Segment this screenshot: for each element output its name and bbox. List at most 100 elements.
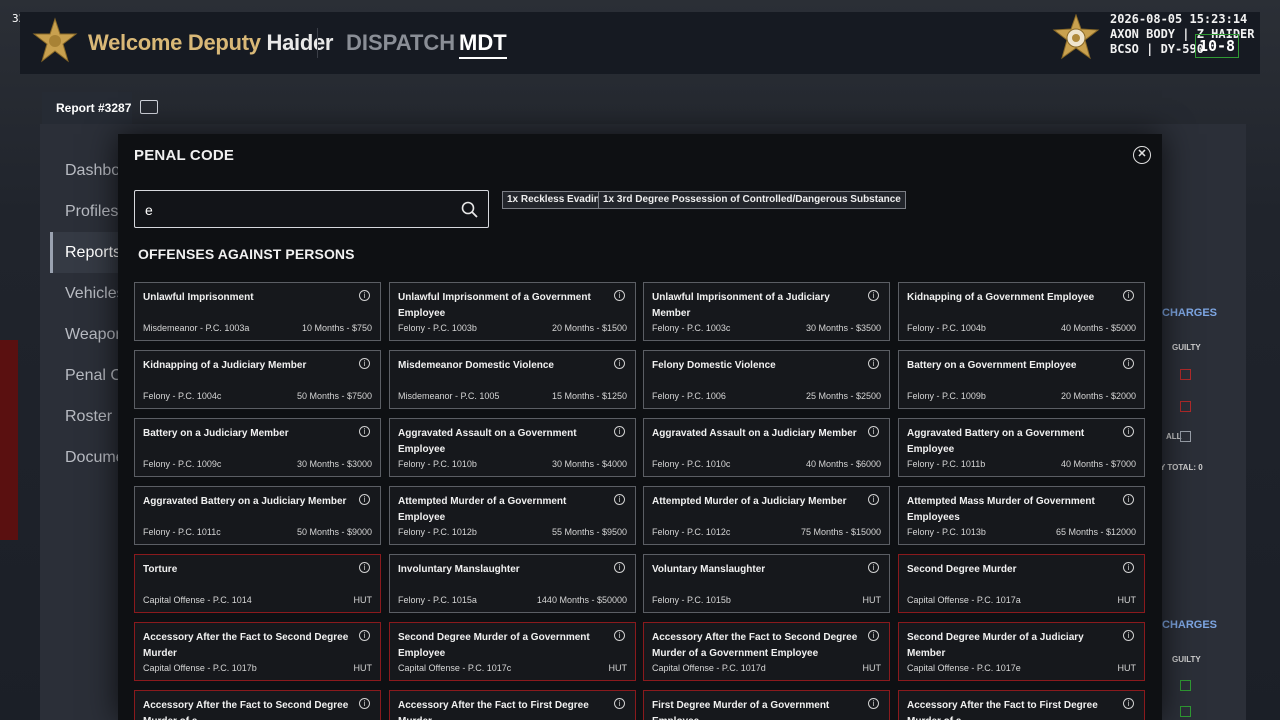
offense-title: Accessory After the Fact to First Degree… xyxy=(398,700,589,720)
offense-class: Felony - P.C. 1012b xyxy=(398,527,477,537)
offense-title: First Degree Murder of a Government Empl… xyxy=(652,700,830,720)
offense-penalty: 50 Months - $9000 xyxy=(296,527,372,537)
guilty-checkbox[interactable] xyxy=(1180,401,1191,412)
offense-card[interactable]: Battery on a Government Employee i Felony … xyxy=(898,350,1145,409)
offense-card[interactable]: Accessory After the Fact to Second Degre… xyxy=(134,690,381,720)
offense-card[interactable]: Accessory After the Fact to First Degree… xyxy=(898,690,1145,720)
search-field[interactable] xyxy=(134,190,489,228)
offense-card[interactable]: Accessory After the Fact to First Degree… xyxy=(389,690,636,720)
offense-card[interactable]: Torture i Capital Offense - P.C. 1014 HUT xyxy=(134,554,381,613)
offense-card[interactable]: Accessory After the Fact to Second Degre… xyxy=(643,622,890,681)
info-icon[interactable]: i xyxy=(1123,630,1134,641)
offense-class: Felony - P.C. 1015a xyxy=(398,595,477,605)
offense-class: Felony - P.C. 1011b xyxy=(907,459,986,469)
nav-dispatch[interactable]: DISPATCH xyxy=(346,30,455,56)
info-icon[interactable]: i xyxy=(359,494,370,505)
offense-card[interactable]: Felony Domestic Violence i Felony - P.C. 1… xyxy=(643,350,890,409)
modal-title: PENAL CODE xyxy=(134,147,235,164)
selected-charge-chip[interactable]: 1x Reckless Evading xyxy=(502,191,611,209)
offense-title: Accessory After the Fact to Second Degre… xyxy=(143,632,349,659)
info-icon[interactable]: i xyxy=(614,290,625,301)
all-checkbox[interactable] xyxy=(1180,431,1191,442)
info-icon[interactable]: i xyxy=(868,358,879,369)
offense-card[interactable]: First Degree Murder of a Government Empl… xyxy=(643,690,890,720)
info-icon[interactable]: i xyxy=(1123,358,1134,369)
info-icon[interactable]: i xyxy=(614,630,625,641)
offense-card[interactable]: Unlawful Imprisonment of a Government Em… xyxy=(389,282,636,341)
info-icon[interactable]: i xyxy=(614,358,625,369)
offense-title: Unlawful Imprisonment xyxy=(143,292,254,303)
info-icon[interactable]: i xyxy=(868,698,879,709)
offense-card[interactable]: Second Degree Murder i Capital Offense - P… xyxy=(898,554,1145,613)
info-icon[interactable]: i xyxy=(1123,290,1134,301)
search-icon[interactable] xyxy=(461,201,478,218)
offense-penalty: 20 Months - $2000 xyxy=(1060,391,1136,401)
info-icon[interactable]: i xyxy=(1123,494,1134,505)
offense-card[interactable]: Second Degree Murder of a Judiciary Memb… xyxy=(898,622,1145,681)
charges-heading: CHARGES xyxy=(1162,619,1218,631)
offense-card[interactable]: Aggravated Assault on a Government Emplo… xyxy=(389,418,636,477)
offense-class: Felony - P.C. 1003c xyxy=(652,323,731,333)
info-icon[interactable]: i xyxy=(614,562,625,573)
nav-mdt[interactable]: MDT xyxy=(459,30,507,59)
info-icon[interactable]: i xyxy=(868,562,879,573)
offense-card[interactable]: Voluntary Manslaughter i Felony - P.C. 101… xyxy=(643,554,890,613)
charges-heading: CHARGES xyxy=(1162,307,1218,319)
offense-penalty: 30 Months - $3000 xyxy=(296,459,372,469)
info-icon[interactable]: i xyxy=(868,426,879,437)
guilty-checkbox[interactable] xyxy=(1180,369,1191,380)
axon-datetime: 2026-08-05 15:23:14 xyxy=(1110,12,1248,26)
info-icon[interactable]: i xyxy=(1123,698,1134,709)
offense-card[interactable]: Kidnapping of a Judiciary Member i Felony … xyxy=(134,350,381,409)
offense-penalty: 65 Months - $12000 xyxy=(1055,527,1136,537)
guilty-checkbox[interactable] xyxy=(1180,706,1191,717)
offense-card[interactable]: Battery on a Judiciary Member i Felony - P… xyxy=(134,418,381,477)
offense-card[interactable]: Aggravated Battery on a Government Emplo… xyxy=(898,418,1145,477)
offense-card[interactable]: Attempted Murder of a Government Employe… xyxy=(389,486,636,545)
selected-charge-chip[interactable]: 1x 3rd Degree Possession of Controlled/D… xyxy=(598,191,906,209)
info-icon[interactable]: i xyxy=(868,494,879,505)
info-icon[interactable]: i xyxy=(359,290,370,301)
offense-penalty: 10 Months - $750 xyxy=(301,323,372,333)
info-icon[interactable]: i xyxy=(614,698,625,709)
search-input[interactable] xyxy=(145,200,445,220)
info-icon[interactable]: i xyxy=(359,562,370,573)
info-icon[interactable]: i xyxy=(359,698,370,709)
offense-card[interactable]: Involuntary Manslaughter i Felony - P.C. 1… xyxy=(389,554,636,613)
offense-card[interactable]: Attempted Murder of a Judiciary Member i F… xyxy=(643,486,890,545)
offense-card[interactable]: Unlawful Imprisonment i Misdemeanor - P.C.… xyxy=(134,282,381,341)
game-background-object xyxy=(0,340,18,540)
offense-class: Felony - P.C. 1013b xyxy=(907,527,986,537)
monitor-icon[interactable] xyxy=(140,100,158,114)
info-icon[interactable]: i xyxy=(359,358,370,369)
offense-card[interactable]: Misdemeanor Domestic Violence i Misdemeano… xyxy=(389,350,636,409)
info-icon[interactable]: i xyxy=(359,630,370,641)
offense-penalty: HUT xyxy=(608,663,628,673)
offense-penalty: 25 Months - $2500 xyxy=(805,391,881,401)
offense-penalty: 30 Months - $3500 xyxy=(805,323,881,333)
offense-title: Attempted Mass Murder of Government Empl… xyxy=(907,496,1095,523)
info-icon[interactable]: i xyxy=(614,426,625,437)
total-label: Y TOTAL: 0 xyxy=(1160,463,1203,472)
info-icon[interactable]: i xyxy=(614,494,625,505)
close-icon[interactable]: ✕ xyxy=(1133,146,1151,164)
offense-title: Torture xyxy=(143,564,178,575)
offense-title: Aggravated Assault on a Government Emplo… xyxy=(398,428,577,455)
offense-class: Capital Offense - P.C. 1014 xyxy=(143,595,252,605)
header-divider xyxy=(317,28,318,58)
offense-card[interactable]: Aggravated Battery on a Judiciary Member… xyxy=(134,486,381,545)
info-icon[interactable]: i xyxy=(359,426,370,437)
offense-card[interactable]: Unlawful Imprisonment of a Judiciary Mem… xyxy=(643,282,890,341)
offense-card[interactable]: Second Degree Murder of a Government Emp… xyxy=(389,622,636,681)
info-icon[interactable]: i xyxy=(868,630,879,641)
offense-card[interactable]: Kidnapping of a Government Employee i Felo… xyxy=(898,282,1145,341)
offense-card[interactable]: Aggravated Assault on a Judiciary Member… xyxy=(643,418,890,477)
offense-card[interactable]: Attempted Mass Murder of Government Empl… xyxy=(898,486,1145,545)
info-icon[interactable]: i xyxy=(1123,562,1134,573)
guilty-checkbox[interactable] xyxy=(1180,680,1191,691)
info-icon[interactable]: i xyxy=(1123,426,1134,437)
offense-title: Aggravated Battery on a Government Emplo… xyxy=(907,428,1085,455)
report-tab[interactable]: Report #3287 xyxy=(42,92,132,124)
offense-card[interactable]: Accessory After the Fact to Second Degre… xyxy=(134,622,381,681)
info-icon[interactable]: i xyxy=(868,290,879,301)
